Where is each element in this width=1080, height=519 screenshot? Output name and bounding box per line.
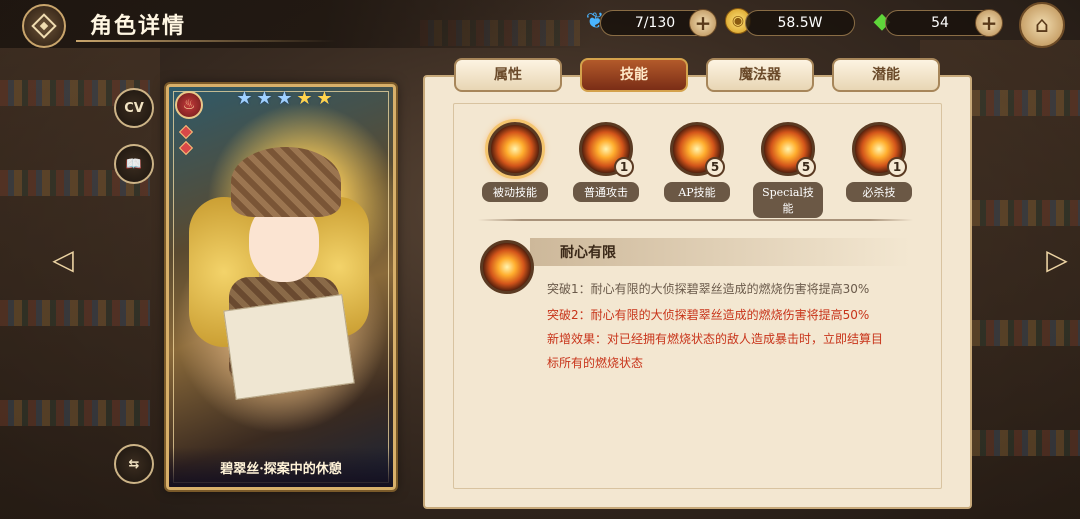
skill-passive[interactable]: 被动技能 — [480, 122, 550, 202]
skill-level-badge: 5 — [796, 157, 816, 177]
skill-description-line: 标所有的燃烧状态 — [547, 356, 644, 370]
swap-icon: ⇆ — [128, 456, 140, 472]
card-frame — [173, 91, 389, 483]
book-icon: 📖 — [125, 156, 143, 172]
star-icon: ★ — [316, 88, 333, 109]
divider — [478, 219, 913, 221]
cv-button[interactable]: CV — [114, 88, 154, 128]
next-character-arrow-icon[interactable]: ▷ — [1040, 238, 1074, 282]
star-icon: ★ — [276, 88, 293, 109]
skill-ultimate[interactable]: 1 必杀技 — [844, 122, 914, 202]
star-icon: ★ — [296, 88, 313, 109]
fire-beam-skill-icon: 5 — [761, 122, 816, 177]
skill-special[interactable]: 5 Special技能 — [753, 122, 823, 218]
skill-level-badge: 5 — [705, 157, 725, 177]
tab-attributes[interactable]: 属性 — [454, 58, 562, 92]
star-rating: ★ ★ ★ ★ ★ — [235, 89, 334, 108]
skill-label: AP技能 — [664, 182, 730, 202]
gem-value: 54 — [931, 15, 949, 31]
skill-title: 耐心有限 — [560, 245, 616, 261]
card-name: 碧翠丝·探案中的休憩 — [220, 462, 342, 477]
fire-element-icon: ♨ — [175, 91, 203, 119]
home-button[interactable]: ⌂ — [1019, 2, 1065, 48]
cv-label: CV — [124, 100, 144, 116]
gold-value: 58.5W — [777, 15, 823, 31]
star-icon: ★ — [256, 88, 273, 109]
passive-skill-icon — [488, 122, 542, 176]
back-button[interactable] — [22, 4, 66, 48]
skill-label: Special技能 — [753, 182, 823, 218]
skill-label: 被动技能 — [482, 182, 548, 202]
back-icon — [31, 13, 57, 39]
skill-normal-attack[interactable]: 1 普通攻击 — [571, 122, 641, 202]
gold-counter: 58.5W — [745, 10, 855, 36]
fire-burst-skill-icon: 5 — [670, 122, 725, 177]
skill-description-line: 突破2：耐心有限的大侦探碧翠丝造成的燃烧伤害将提高50% — [547, 308, 870, 322]
character-card[interactable]: ♨ ★ ★ ★ ★ ★ 碧翠丝·探案中的休憩 — [166, 84, 396, 490]
skill-ap[interactable]: 5 AP技能 — [662, 122, 732, 202]
swap-art-button[interactable]: ⇆ — [114, 444, 154, 484]
page-title: 角色详情 — [90, 14, 187, 39]
star-icon: ★ — [236, 88, 253, 109]
add-gems-button[interactable]: + — [975, 9, 1003, 37]
story-button[interactable]: 📖 — [114, 144, 154, 184]
skill-level-badge: 1 — [887, 157, 907, 177]
add-stamina-button[interactable]: + — [689, 9, 717, 37]
tab-potential[interactable]: 潜能 — [832, 58, 940, 92]
skill-level-badge: 1 — [614, 157, 634, 177]
skill-description-line: 新增效果：对已经拥有燃烧状态的敌人造成暴击时，立即结算目 — [547, 332, 884, 346]
skill-description-line: 突破1：耐心有限的大侦探碧翠丝造成的燃烧伤害将提高30% — [547, 282, 870, 296]
hammer-skill-icon: 1 — [579, 122, 634, 177]
fire-orb-skill-icon: 1 — [852, 122, 907, 177]
previous-character-arrow-icon[interactable]: ◁ — [46, 238, 80, 282]
home-icon: ⌂ — [1035, 12, 1049, 38]
skill-label: 必杀技 — [846, 182, 912, 202]
tab-skills[interactable]: 技能 — [580, 58, 688, 92]
selected-skill-icon — [480, 240, 534, 294]
title-underline — [76, 40, 336, 42]
skill-label: 普通攻击 — [573, 182, 639, 202]
stamina-value: 7/130 — [634, 15, 676, 31]
tab-magic-device[interactable]: 魔法器 — [706, 58, 814, 92]
